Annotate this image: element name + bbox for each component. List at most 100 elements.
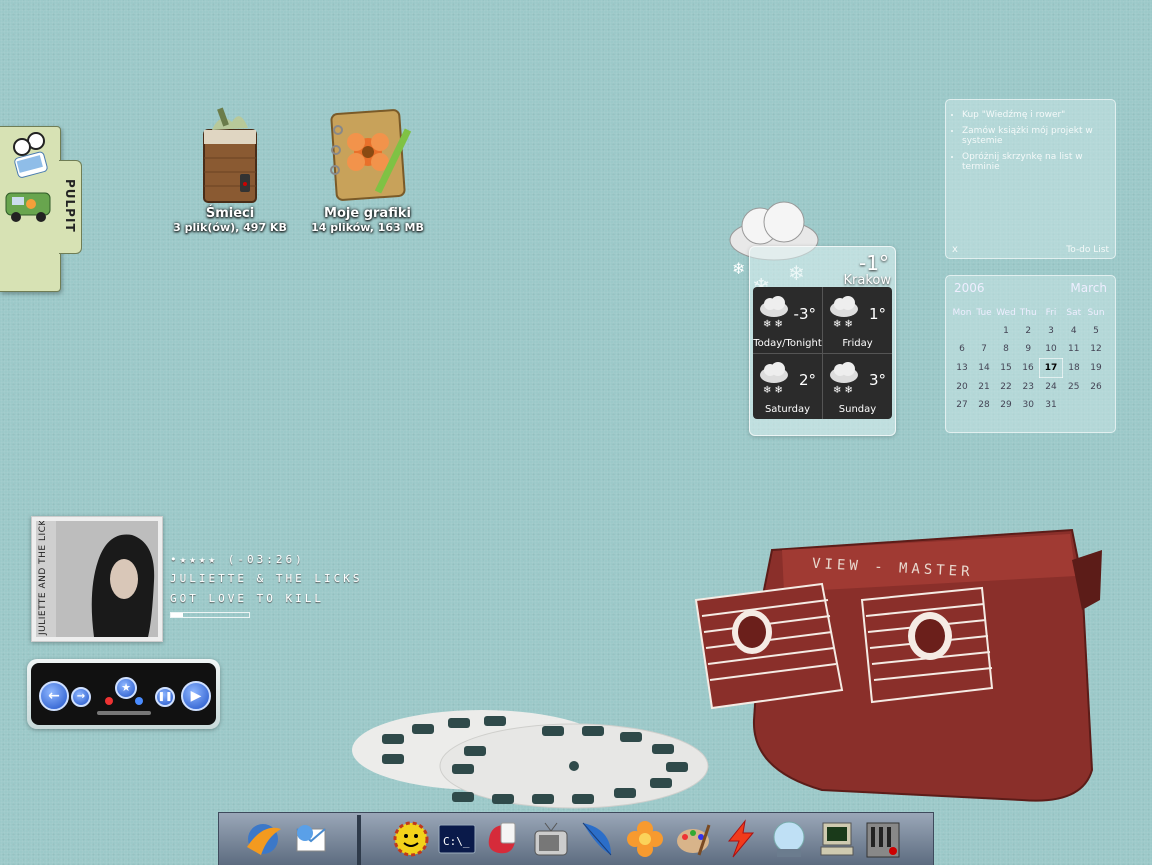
album-band-text: JULIETTE AND THE LICKS [38,521,48,635]
calendar-day[interactable]: 5 [1085,322,1107,340]
calendar-day[interactable]: 31 [1040,396,1063,414]
forecast-today: ❄ ❄ -3° Today/Tonight [753,287,823,354]
calendar-day[interactable]: 22 [995,378,1017,397]
player-controls-panel: ← → ★ ❚❚ ▶ [31,663,216,725]
calendar-day[interactable] [1085,396,1107,414]
calendar-day[interactable] [973,322,995,340]
trash-icon [203,107,257,203]
dock-sun-icon[interactable] [391,819,431,859]
weekday-label: Mon [952,308,972,318]
dock-computer-icon[interactable] [817,819,857,859]
mystery-van-icon[interactable] [4,189,54,227]
dock-palette-icon[interactable] [673,819,713,859]
forecast-day: Friday [842,338,873,349]
calendar-day[interactable]: 8 [995,340,1017,359]
forecast-day: Today/Tonight [753,338,822,349]
dock-browser-icon[interactable] [243,819,283,859]
rate-star-button[interactable]: ★ [115,677,137,699]
weekday-label: Fri [1045,308,1057,318]
calendar-day[interactable]: 1 [995,322,1017,340]
trash-desktop-icon[interactable]: Śmieci 3 plik(ów), 497 KB [165,100,295,234]
svg-text:❄: ❄ [732,259,745,278]
todo-close-button[interactable]: x [952,244,958,255]
album-cover[interactable]: JULIETTE AND THE LICKS [31,516,163,642]
viewmaster-reels-art [352,706,712,814]
forecast-temp: 2° [798,371,816,389]
calendar-day[interactable]: 30 [1017,396,1040,414]
pause-button[interactable]: ❚❚ [155,687,175,707]
calendar-day[interactable]: 16 [1017,359,1040,378]
track-artist: JULIETTE & THE LICKS [170,572,363,585]
blue-dot-icon [135,697,143,705]
forecast-temp: -3° [793,305,816,323]
play-button[interactable]: ▶ [181,681,211,711]
todo-item[interactable]: Zamów książki mój projekt w systemie [962,126,1105,146]
todo-item[interactable]: Kup "Wiedźmę i rower" [962,110,1105,120]
forecast-temp: 3° [868,371,886,389]
todo-list: Kup "Wiedźmę i rower" Zamów książki mój … [946,110,1115,172]
dock-mixer-icon[interactable] [863,819,903,859]
weekday-label: Sun [1087,308,1105,318]
calendar-day[interactable]: 25 [1063,378,1086,397]
calendar-day[interactable] [951,322,973,340]
calendar-day[interactable]: 11 [1063,340,1086,359]
red-dot-icon [105,697,113,705]
dock-tv-icon[interactable] [531,819,571,859]
calendar-day[interactable]: 18 [1063,359,1086,378]
calendar-day[interactable]: 4 [1063,322,1086,340]
todo-item[interactable]: Opróżnij skrzynkę na list w terminie [962,152,1105,172]
svg-text:❄ ❄: ❄ ❄ [763,385,783,395]
calendar-day[interactable]: 20 [951,378,973,397]
dock-terminal-icon[interactable]: C:\_ [437,819,477,859]
pulpit-drawer[interactable] [0,126,61,292]
dock-mail-icon[interactable] [291,819,331,859]
calendar-day[interactable]: 9 [1017,340,1040,359]
snow-cloud-small-icon: ❄ ❄ [760,296,788,329]
calendar-day[interactable]: 3 [1040,322,1063,340]
calendar-day[interactable] [1063,396,1086,414]
weekday-label: Wed [996,308,1016,318]
weather-widget[interactable]: -1° Krakow ❄ ❄ -3° Today/Tonight ❄ ❄ 1° … [749,246,896,436]
my-graphics-desktop-icon[interactable]: Moje grafiki 14 plików, 163 MB [300,100,435,234]
calendar-day[interactable]: 6 [951,340,973,359]
track-progress-bar[interactable] [170,612,250,618]
track-title: GOT LOVE TO KILL [170,592,324,605]
forward-button[interactable]: → [71,687,91,707]
calendar-day[interactable]: 12 [1085,340,1107,359]
dock-feather-icon[interactable] [577,819,617,859]
volume-slider[interactable] [97,711,151,715]
dock-lightning-icon[interactable] [721,819,761,859]
calendar-day-today[interactable]: 17 [1039,358,1063,378]
forecast-saturday: ❄ ❄ 2° Saturday [753,353,823,419]
trash-label: Śmieci [205,206,255,221]
previous-button[interactable]: ← [39,681,69,711]
dock-flower-icon[interactable] [625,819,665,859]
calendar-day[interactable]: 28 [973,396,995,414]
calendar-day[interactable]: 21 [973,378,995,397]
calendar-day[interactable]: 29 [995,396,1017,414]
pulpit-tab[interactable]: PULPIT [59,160,82,254]
pulpit-label: PULPIT [63,179,77,233]
forecast-friday: ❄ ❄ 1° Friday [823,287,892,354]
calendar-day[interactable]: 19 [1085,359,1107,378]
dock-snowglobe-icon[interactable] [769,819,809,859]
calendar-day[interactable]: 14 [973,359,995,378]
calendar-day[interactable]: 13 [951,359,973,378]
track-rating-time: •★★★★ (-03:26) [170,553,305,566]
calendar-day[interactable]: 27 [951,396,973,414]
svg-text:❄ ❄: ❄ ❄ [833,385,853,395]
calendar-day[interactable]: 24 [1040,378,1063,397]
calendar-day[interactable]: 23 [1017,378,1040,397]
calendar-day[interactable]: 15 [995,359,1017,378]
calendar-day[interactable]: 10 [1040,340,1063,359]
calendar-widget[interactable]: 2006 March Mon Tue Wed Thu Fri Sat Sun 1… [945,275,1116,433]
todo-widget[interactable]: Kup "Wiedźmę i rower" Zamów książki mój … [945,99,1116,259]
calendar-day[interactable]: 7 [973,340,995,359]
paint-palette-icon[interactable] [8,131,52,183]
snow-cloud-small-icon: ❄ ❄ [760,362,788,395]
my-graphics-info: 14 plików, 163 MB [311,221,424,234]
calendar-day[interactable]: 2 [1017,322,1040,340]
forecast-sunday: ❄ ❄ 3° Sunday [823,353,892,419]
calendar-day[interactable]: 26 [1085,378,1107,397]
dock-ipod-icon[interactable] [483,819,523,859]
